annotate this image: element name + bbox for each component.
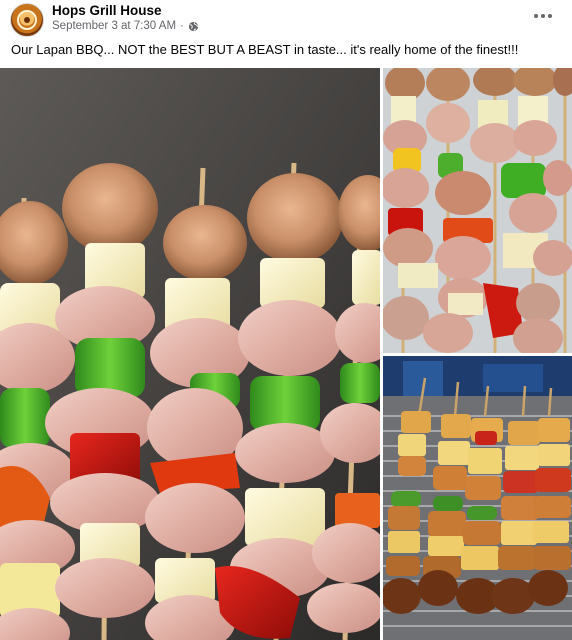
more-dot <box>548 14 552 18</box>
photo-main[interactable] <box>0 68 380 640</box>
post-meta: September 3 at 7:30 AM · <box>52 20 199 32</box>
skewers-closeup-image <box>0 68 380 640</box>
skewers-tray-image <box>383 68 572 353</box>
post-header: Hops Grill House September 3 at 7:30 AM … <box>0 0 572 38</box>
page-avatar[interactable] <box>10 3 44 37</box>
post-caption: Our Lapan BBQ... NOT the BEST BUT A BEAS… <box>11 42 519 57</box>
photo-top-right[interactable] <box>383 68 572 353</box>
post-timestamp[interactable]: September 3 at 7:30 AM <box>52 20 176 32</box>
more-dot <box>541 14 545 18</box>
skewers-grilling-image <box>383 356 572 640</box>
meta-separator: · <box>180 20 184 32</box>
more-dot <box>534 14 538 18</box>
photo-bottom-right[interactable] <box>383 356 572 640</box>
avatar-dot <box>24 17 30 23</box>
globe-icon[interactable] <box>188 21 199 32</box>
more-options-icon[interactable] <box>530 6 556 26</box>
page-name[interactable]: Hops Grill House <box>52 3 162 18</box>
